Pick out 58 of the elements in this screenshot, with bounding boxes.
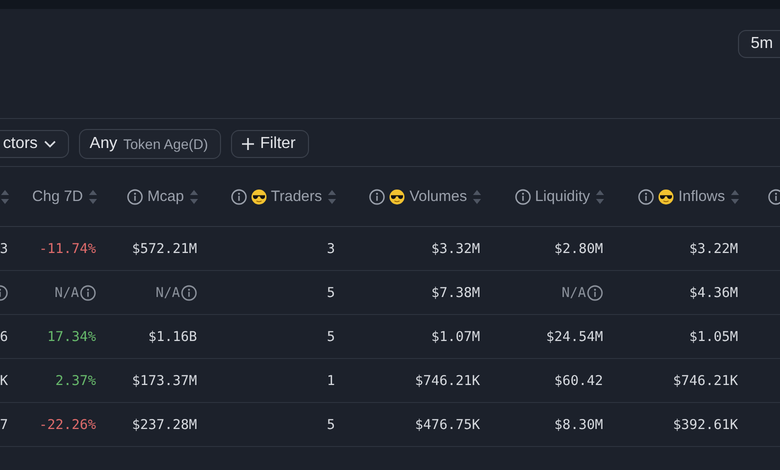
table-cell: 1	[326, 372, 335, 388]
info-icon	[587, 284, 603, 300]
table-cell: $1.16B	[148, 328, 197, 344]
sort-icon[interactable]	[730, 188, 740, 206]
table-cell: 2.37%	[55, 372, 96, 388]
table-cell: N/A	[156, 284, 180, 300]
table-cell: $746.21K	[414, 372, 480, 388]
filter-value: Any	[90, 134, 118, 152]
filter-label: Token Age(D)	[123, 136, 208, 152]
sort-icon[interactable]	[189, 188, 199, 206]
table-cell: 5	[326, 284, 335, 300]
column-header[interactable]: Traders	[270, 188, 322, 205]
timeframe-button[interactable]: 5m	[738, 30, 780, 58]
table-cell: $237.28M	[132, 416, 197, 432]
table-cell: $8.30M	[554, 416, 603, 432]
table-cell: 3	[326, 240, 335, 256]
add-filter-button[interactable]: Filter	[231, 130, 309, 158]
sort-icon[interactable]	[327, 188, 337, 206]
table-cell: 3	[0, 240, 8, 256]
table-cell: $3.22M	[689, 240, 738, 256]
table-cell: $3.32M	[431, 240, 480, 256]
table-cell: -22.26%	[39, 416, 96, 432]
table-cell: $476.75K	[414, 416, 480, 432]
column-header[interactable]: Volumes	[409, 188, 467, 205]
token-age-filter[interactable]: Any Token Age(D)	[78, 128, 222, 158]
sort-icon[interactable]	[472, 188, 482, 206]
table-cell: $7.38M	[431, 284, 480, 300]
table-cell: N/A	[562, 284, 586, 300]
chevron-down-icon	[44, 140, 56, 148]
table-cell: K	[0, 372, 8, 388]
filter-dropdown[interactable]: ctors	[0, 130, 69, 158]
table-cell: 7	[0, 416, 8, 432]
table-cell: $24.54M	[546, 328, 603, 344]
table-cell: 6	[0, 328, 8, 344]
column-header[interactable]: Liquidity	[534, 188, 590, 205]
table-cell: $746.21K	[672, 372, 738, 388]
table-cell: -11.74%	[39, 240, 96, 256]
table-cell: 5	[326, 416, 335, 432]
column-header[interactable]: Inflows	[678, 188, 725, 205]
table-cell: 5	[326, 328, 335, 344]
sort-icon[interactable]	[595, 188, 605, 206]
table-cell: $4.36M	[689, 284, 738, 300]
column-header[interactable]: Chg 7D	[32, 188, 83, 205]
plus-icon	[242, 138, 254, 150]
table-cell: 17.34%	[47, 328, 96, 344]
sort-icon[interactable]	[88, 188, 98, 206]
table-cell: $1.05M	[689, 328, 738, 344]
column-header[interactable]: Mcap	[147, 188, 184, 205]
table-cell: $2.80M	[554, 240, 603, 256]
table-cell: $1.07M	[431, 328, 480, 344]
table-cell: $60.42	[554, 372, 603, 388]
info-icon	[181, 284, 197, 300]
info-icon	[80, 284, 96, 300]
table-cell: $392.61K	[672, 416, 738, 432]
table-cell: $572.21M	[132, 240, 197, 256]
sort-icon[interactable]	[0, 188, 10, 206]
table-cell: $173.37M	[132, 372, 197, 388]
table-cell: N/A	[54, 284, 79, 300]
